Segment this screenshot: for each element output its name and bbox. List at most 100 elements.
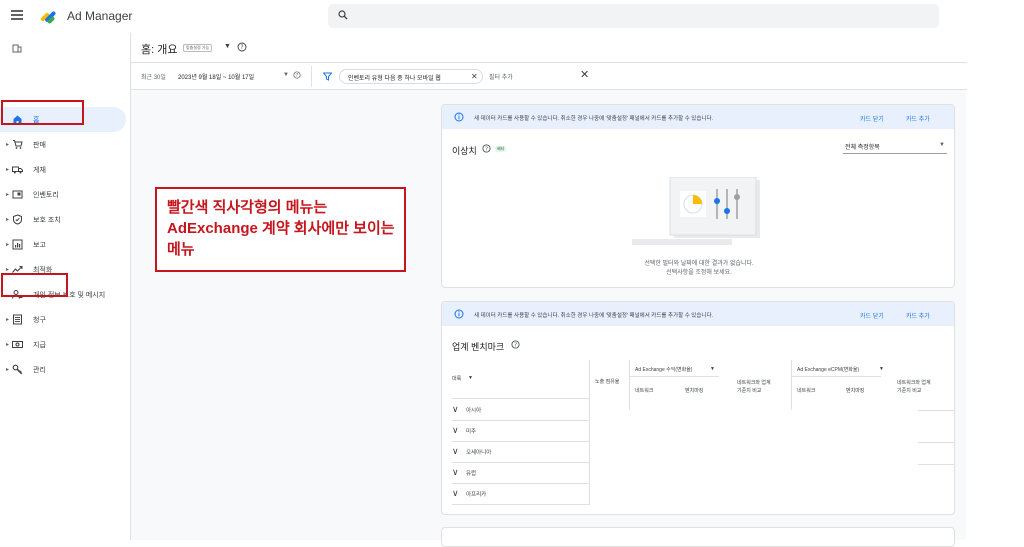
help-icon[interactable]: ? (293, 71, 301, 79)
date-range-selector[interactable]: 2023년 9월 18일 ~ 10월 17일 (178, 72, 254, 81)
sidebar-item-billing[interactable]: ▸ 청구 (0, 307, 130, 332)
payment-icon (12, 341, 23, 348)
chevron-down-icon[interactable]: ∨ (452, 446, 459, 457)
row-divider (918, 464, 954, 465)
beta-badge: 베타 (495, 146, 507, 152)
sidebar-item-payments[interactable]: ▸ 지급 (0, 332, 130, 357)
report-icon (12, 239, 23, 250)
row-divider (791, 376, 881, 377)
sidebar-item-sales[interactable]: ▸ 판매 (0, 132, 130, 157)
chevron-down-icon[interactable]: ∨ (452, 425, 459, 436)
date-preset-label[interactable]: 최근 30일 (141, 72, 166, 81)
dismiss-card-button[interactable]: 카드 닫기 (860, 311, 884, 320)
network-building-icon[interactable] (12, 43, 22, 53)
expand-caret-icon: ▸ (6, 342, 10, 348)
banner-text: 새 데이터 카드를 사용할 수 있습니다. 취소한 경우 나중에 '맞춤설정' … (474, 116, 714, 122)
column-group-adx-revenue: Ad Exchange 수익(변화율) (635, 367, 693, 373)
row-divider (452, 504, 589, 505)
card-title: 업계 벤치마크 (452, 342, 505, 352)
filter-icon[interactable] (323, 72, 332, 81)
chevron-down-icon[interactable]: ∨ (452, 467, 459, 478)
sidebar-item-label: 지급 (33, 342, 46, 349)
table-row[interactable]: ∨ 유럽 (452, 462, 592, 483)
sidebar-item-label: 인벤토리 (33, 192, 59, 199)
clear-filters-icon[interactable]: ✕ (580, 68, 589, 81)
search-icon (338, 10, 348, 20)
sidebar-item-label: 보호 조치 (33, 217, 61, 224)
sidebar-item-protections[interactable]: ▸ 보호 조치 (0, 207, 130, 232)
expand-caret-icon: ▸ (6, 142, 10, 148)
next-card-preview (441, 527, 955, 547)
truck-icon (12, 166, 23, 174)
page-header: 홈: 개요 맞춤설정 가능 ▼ ? (131, 33, 967, 63)
column-group-dropdown-icon[interactable]: ▼ (710, 366, 715, 372)
app-name: Ad Manager (67, 9, 133, 23)
empty-state-illustration (632, 177, 760, 245)
divider (311, 66, 312, 87)
metric-select[interactable]: 전체 측정항목 ▼ (843, 138, 947, 154)
sidebar-item-reports[interactable]: ▸ 보고 (0, 232, 130, 257)
cart-icon (13, 140, 23, 149)
column-header-network: 네트워크 (797, 388, 816, 394)
expand-caret-icon: ▸ (6, 242, 10, 248)
svg-text:?: ? (240, 44, 243, 51)
shield-icon (13, 214, 22, 225)
column-header-region[interactable]: 대륙 (452, 375, 461, 382)
region-label: 오세아니아 (466, 450, 492, 456)
help-icon[interactable]: ? (482, 144, 491, 153)
sidebar-item-admin[interactable]: ▸ 관리 (0, 357, 130, 382)
info-icon (454, 309, 464, 319)
column-header-network: 네트워크 (635, 388, 654, 394)
add-card-button[interactable]: 카드 추가 (906, 114, 930, 123)
sidebar-item-label: 청구 (33, 317, 46, 324)
menu-icon[interactable] (11, 10, 23, 20)
filter-chip-label: 인벤토리 유형 다음 중 하나 모바일 웹 (348, 76, 441, 82)
sidebar-item-label: 판매 (33, 142, 46, 149)
sort-caret-icon[interactable]: ▼ (468, 375, 473, 381)
column-group-dropdown-icon[interactable]: ▼ (879, 366, 884, 372)
help-icon[interactable]: ? (237, 42, 247, 52)
column-header-comparison: 네트워크와 업계 (737, 380, 771, 386)
help-icon[interactable]: ? (511, 340, 520, 349)
admin-icon (12, 364, 23, 375)
row-divider (629, 376, 719, 377)
ad-manager-logo-icon (40, 11, 56, 24)
sidebar-nav: 홈 ▸ 판매 ▸ 게재 ▸ 인벤토리 ▸ 보호 조치 ▸ 보고 ▸ 최적화 개인… (0, 107, 130, 382)
expand-caret-icon: ▸ (6, 192, 10, 198)
highlight-box-billing (1, 273, 68, 297)
top-bar: Ad Manager (0, 0, 1024, 33)
column-group-adx-ecpm: Ad Exchange eCPM(변화율) (797, 367, 860, 373)
billing-icon (13, 314, 22, 325)
column-header-benchmark: 벤치마킹 (846, 388, 865, 394)
column-header-benchmark: 벤치마킹 (685, 388, 704, 394)
add-filter-button[interactable]: 필터 추가 (489, 72, 513, 81)
page-title: 홈: 개요 (141, 44, 178, 56)
close-icon[interactable]: ✕ (471, 72, 478, 81)
new-card-banner: 새 데이터 카드를 사용할 수 있습니다. 취소한 경우 나중에 '맞춤설정' … (442, 302, 954, 326)
add-card-button[interactable]: 카드 추가 (906, 311, 930, 320)
main-content: 홈: 개요 맞춤설정 가능 ▼ ? 최근 30일 2023년 9월 18일 ~ … (130, 33, 967, 547)
column-header-comparison-line2: 기준치 비교 (897, 388, 922, 394)
title-dropdown-icon[interactable]: ▼ (224, 43, 231, 50)
sidebar-item-inventory[interactable]: ▸ 인벤토리 (0, 182, 130, 207)
table-row[interactable]: ∨ 오세아니아 (452, 441, 592, 462)
metric-select-value: 전체 측정항목 (845, 145, 880, 151)
search-input[interactable] (328, 4, 939, 28)
industry-benchmark-card: 새 데이터 카드를 사용할 수 있습니다. 취소한 경우 나중에 '맞춤설정' … (441, 301, 955, 515)
dismiss-card-button[interactable]: 카드 닫기 (860, 114, 884, 123)
chevron-down-icon[interactable]: ∨ (452, 488, 459, 499)
date-dropdown-icon[interactable]: ▼ (283, 72, 289, 78)
filter-chip-inventory-type[interactable]: 인벤토리 유형 다음 중 하나 모바일 웹 ✕ (339, 69, 483, 84)
inventory-icon (12, 190, 23, 199)
table-row[interactable]: ∨ 아프리카 (452, 483, 592, 504)
table-row[interactable]: ∨ 아시아 (452, 399, 592, 420)
sidebar-item-delivery[interactable]: ▸ 게재 (0, 157, 130, 182)
region-label: 미주 (466, 429, 477, 435)
new-card-banner: 새 데이터 카드를 사용할 수 있습니다. 취소한 경우 나중에 '맞춤설정' … (442, 105, 954, 129)
row-divider (918, 410, 954, 411)
column-header-comparison: 네트워크와 업계 (897, 380, 931, 386)
info-icon (454, 112, 464, 122)
chevron-down-icon[interactable]: ∨ (452, 404, 459, 415)
filter-bar: 최근 30일 2023년 9월 18일 ~ 10월 17일 ▼ ? 인벤토리 유… (131, 63, 967, 90)
table-row[interactable]: ∨ 미주 (452, 420, 592, 441)
